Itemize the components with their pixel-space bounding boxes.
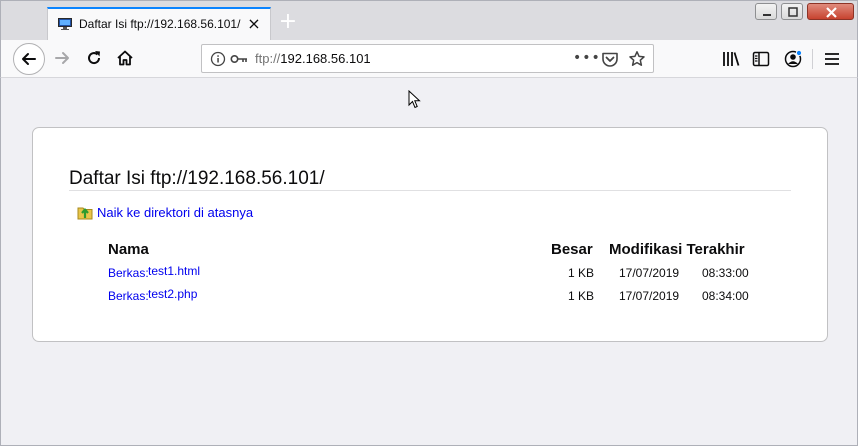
directory-listing-card: Daftar Isi ftp://192.168.56.101/ Naik ke… [32,127,828,342]
heading-divider [69,190,791,191]
page-title: Daftar Isi ftp://192.168.56.101/ [69,168,325,189]
url-bar[interactable]: ftp://192.168.56.101 ••• [201,44,654,73]
toolbar-separator [812,49,813,69]
tab-title: Daftar Isi ftp://192.168.56.101/ [79,17,241,31]
forward-button[interactable] [48,44,76,72]
file-size: 1 KB [568,266,595,280]
new-tab-button[interactable]: + [276,11,300,35]
pocket-icon[interactable] [601,51,619,68]
sidebar-icon [752,51,770,67]
window-close-button[interactable] [807,3,854,20]
minimize-button[interactable] [755,3,777,20]
home-icon [117,50,133,66]
sidebar-button[interactable] [750,48,772,70]
title-bar: Daftar Isi ftp://192.168.56.101/ × + [0,0,858,41]
maximize-button[interactable] [781,3,803,20]
key-icon[interactable] [230,52,248,66]
reload-icon [88,51,101,65]
hamburger-menu-icon [825,53,839,65]
window-close-icon [826,7,837,18]
file-date: 17/07/2019 [619,289,680,303]
file-time: 08:34:00 [702,289,749,303]
mouse-cursor-icon [408,90,421,109]
column-header-modified[interactable]: Modifikasi Terakhir [609,241,745,258]
url-host: 192.168.56.101 [280,51,371,66]
file-link[interactable]: test1.html [148,264,200,278]
library-icon [723,52,740,66]
menu-button[interactable] [821,48,843,70]
tab-active[interactable]: Daftar Isi ftp://192.168.56.101/ × [47,7,271,41]
forward-arrow-icon [55,52,69,64]
maximize-icon [788,7,798,17]
folder-up-icon [77,207,93,220]
page-actions-menu-icon[interactable]: ••• [573,51,600,67]
page-content: Daftar Isi ftp://192.168.56.101/ Naik ke… [0,78,858,446]
monitor-favicon-icon [58,18,72,30]
table-row: Berkas: test2.php 1 KB 17/07/2019 08:34:… [108,287,788,305]
minimize-icon [763,14,771,16]
back-button[interactable] [13,43,45,75]
file-link[interactable]: test2.php [148,287,197,301]
parent-directory-label: Naik ke direktori di atasnya [97,204,254,220]
back-arrow-icon [22,53,36,65]
file-date: 17/07/2019 [619,266,680,280]
column-header-name[interactable]: Nama [108,241,149,258]
table-row: Berkas: test1.html 1 KB 17/07/2019 08:33… [108,264,788,282]
library-button[interactable] [720,48,742,70]
reload-button[interactable] [80,44,108,72]
home-button[interactable] [111,44,139,72]
column-header-size[interactable]: Besar [551,241,593,258]
account-icon [784,49,803,68]
url-scheme: ftp:// [255,51,281,66]
account-button[interactable] [782,48,804,70]
file-type-prefix: Berkas: [108,289,149,303]
url-text[interactable]: ftp://192.168.56.101 [255,51,371,66]
file-type-prefix: Berkas: [108,266,149,280]
info-icon[interactable] [210,51,226,67]
file-time: 08:33:00 [702,266,749,280]
file-size: 1 KB [568,289,595,303]
parent-directory-link[interactable]: Naik ke direktori di atasnya [77,203,253,221]
nav-toolbar: ftp://192.168.56.101 ••• [0,40,858,78]
tab-close-icon[interactable]: × [246,16,262,32]
star-icon[interactable] [628,50,646,68]
